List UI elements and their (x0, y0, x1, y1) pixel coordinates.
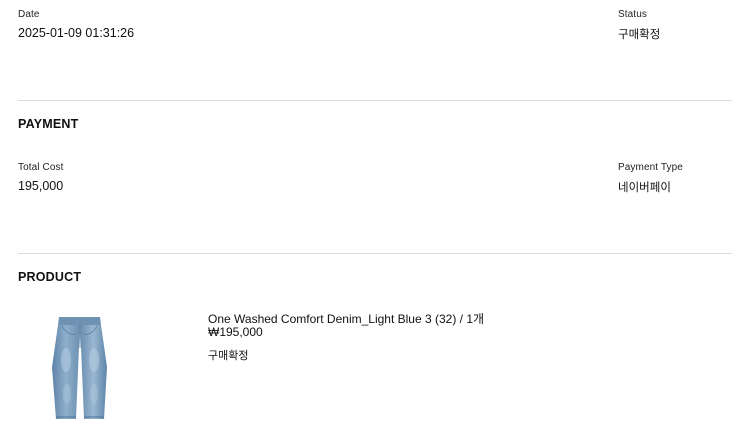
divider (18, 100, 732, 101)
product-heading: PRODUCT (18, 270, 82, 284)
payment-type-label: Payment Type (618, 162, 683, 173)
total-cost-value: 195,000 (18, 179, 64, 193)
date-label: Date (18, 9, 40, 20)
product-price: ₩195,000 (208, 325, 263, 339)
status-label: Status (618, 9, 647, 20)
date-value: 2025-01-09 01:31:26 (18, 26, 135, 40)
divider (18, 253, 732, 254)
jeans-icon (52, 317, 107, 419)
product-status: 구매확정 (208, 350, 249, 362)
product-thumbnail[interactable] (18, 312, 138, 430)
payment-heading: PAYMENT (18, 117, 79, 131)
status-value: 구매확정 (618, 29, 661, 41)
total-cost-label: Total Cost (18, 162, 64, 173)
payment-type-value: 네이버페이 (618, 182, 671, 194)
